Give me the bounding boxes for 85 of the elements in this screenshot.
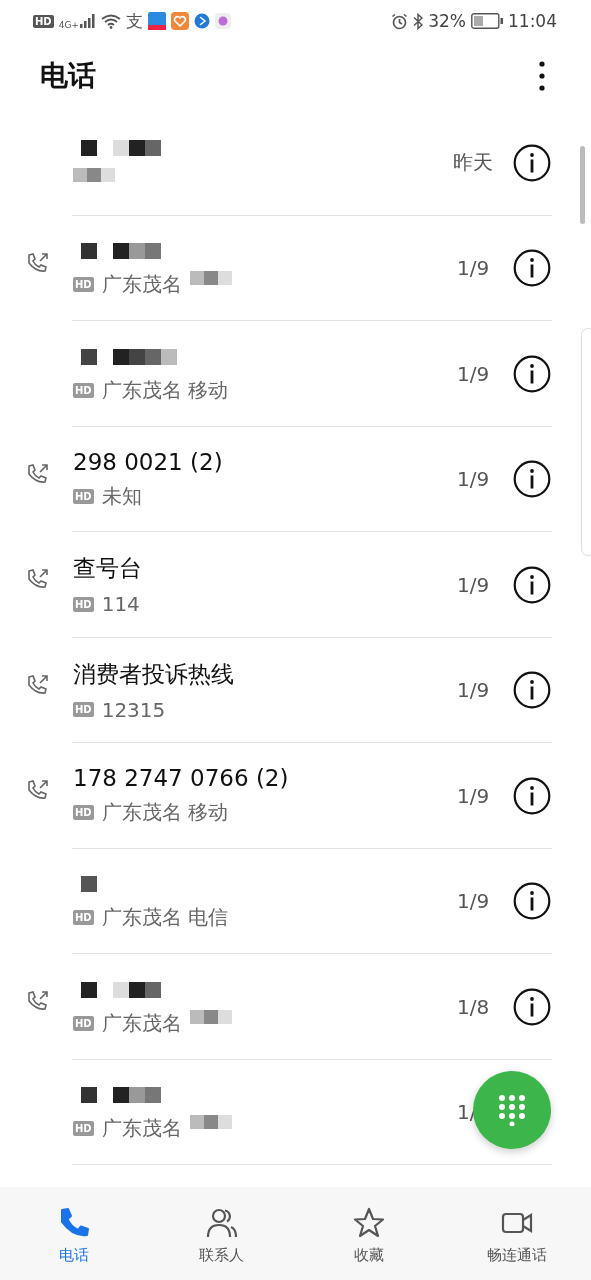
battery-icon (471, 13, 503, 29)
caller-location: 广东茂名 移动 (101, 799, 229, 827)
nav-tab[interactable]: 联系人 (147, 1187, 296, 1280)
outgoing-call-icon (26, 673, 50, 696)
call-date: 1/9 (457, 467, 491, 492)
caller-location: 广东茂名 (101, 1115, 182, 1143)
nav-tab[interactable]: 畅连通话 (443, 1187, 591, 1280)
redacted-text (73, 168, 115, 183)
hd-badge: HD (73, 1015, 94, 1031)
side-index-handle[interactable] (581, 328, 591, 556)
hd-badge: HD (73, 596, 94, 612)
network-label: 4G+ (58, 19, 79, 30)
caller-location: 广东茂名 移动 (101, 376, 229, 404)
wifi-icon (100, 13, 121, 29)
nav-tab[interactable]: 收藏 (295, 1187, 444, 1280)
call-log-row[interactable]: HD 广东茂名 移动 1/9 (0, 321, 572, 427)
caller-name: 查号台 (73, 554, 143, 584)
redacted-text (189, 1009, 232, 1024)
call-log-row[interactable]: HD 广东茂名 1/8 (0, 954, 572, 1060)
page-title: 电话 (40, 58, 96, 94)
dialpad-icon (498, 1094, 526, 1126)
info-icon[interactable] (513, 143, 551, 182)
caller-name: 298 0021 (2) (73, 448, 224, 475)
outgoing-call-icon (26, 990, 50, 1012)
redacted-text (189, 271, 232, 286)
app-icon (193, 13, 210, 29)
bluetooth-icon (413, 12, 424, 30)
info-icon[interactable] (513, 776, 551, 815)
call-log-row[interactable]: 昨天 (0, 110, 572, 216)
hd-badge: HD (73, 910, 94, 926)
outgoing-call-icon (26, 462, 50, 485)
call-log-row[interactable]: 消费者投诉热线 HD 12315 1/9 (0, 637, 572, 743)
battery-percent: 32% (428, 11, 466, 31)
redacted-text (189, 1115, 232, 1130)
more-menu-icon[interactable] (539, 61, 545, 91)
info-icon[interactable] (513, 987, 551, 1026)
call-date: 1/9 (457, 678, 491, 703)
caller-location: 广东茂名 (101, 271, 182, 299)
app-icon (147, 12, 166, 30)
alarm-icon (391, 12, 409, 30)
call-date: 1/9 (457, 572, 491, 597)
info-icon[interactable] (513, 882, 551, 921)
app-glyph: 支 (125, 9, 143, 33)
hd-badge: HD (73, 382, 94, 398)
redacted-name (81, 876, 97, 893)
heart-app-icon (170, 12, 189, 30)
caller-location: 114 (101, 592, 140, 617)
dialpad-button[interactable] (473, 1071, 551, 1149)
outgoing-call-icon (26, 251, 50, 274)
contacts-icon (204, 1206, 239, 1240)
caller-location: 广东茂名 (101, 1009, 182, 1037)
call-log-row[interactable]: 298 0021 (2) HD 未知 1/9 (0, 426, 572, 532)
caller-name: 消费者投诉热线 (73, 659, 235, 689)
info-icon[interactable] (513, 354, 551, 393)
hd-badge: HD (73, 702, 94, 718)
nav-tab[interactable]: 电话 (0, 1187, 148, 1280)
outgoing-call-icon (26, 779, 50, 801)
call-date: 1/9 (457, 889, 491, 914)
call-log-row[interactable]: HD 广东茂名 电信 1/9 (0, 848, 572, 954)
caller-location: 12315 (101, 697, 166, 722)
hd-badge: HD (73, 805, 94, 821)
call-date: 1/9 (457, 361, 491, 386)
call-log-row[interactable]: HD 广东茂名 1/9 (0, 215, 572, 321)
info-icon[interactable] (513, 565, 551, 604)
call-log-row[interactable]: 178 2747 0766 (2) HD 广东茂名 移动 1/9 (0, 743, 572, 849)
app-icon (214, 13, 231, 29)
outgoing-call-icon (26, 568, 50, 590)
call-date: 1/9 (457, 783, 491, 808)
hd-indicator: HD (33, 14, 54, 28)
call-log-row[interactable]: 查号台 HD 114 1/9 (0, 532, 572, 638)
caller-name: 178 2747 0766 (2) (73, 765, 290, 792)
hd-badge: HD (73, 488, 94, 504)
call-date: 昨天 (453, 149, 493, 177)
call-date: 1/9 (457, 256, 491, 281)
info-icon[interactable] (513, 460, 551, 499)
star-icon (352, 1206, 387, 1240)
signal-icon (79, 14, 96, 28)
info-icon[interactable] (513, 671, 551, 710)
caller-location: 未知 (101, 482, 142, 510)
call-date: 1/8 (457, 994, 491, 1019)
hd-badge: HD (73, 1121, 94, 1137)
caller-location: 广东茂名 电信 (101, 904, 229, 932)
clock: 11:04 (508, 11, 557, 31)
hd-badge: HD (73, 277, 94, 293)
info-icon[interactable] (513, 249, 551, 288)
